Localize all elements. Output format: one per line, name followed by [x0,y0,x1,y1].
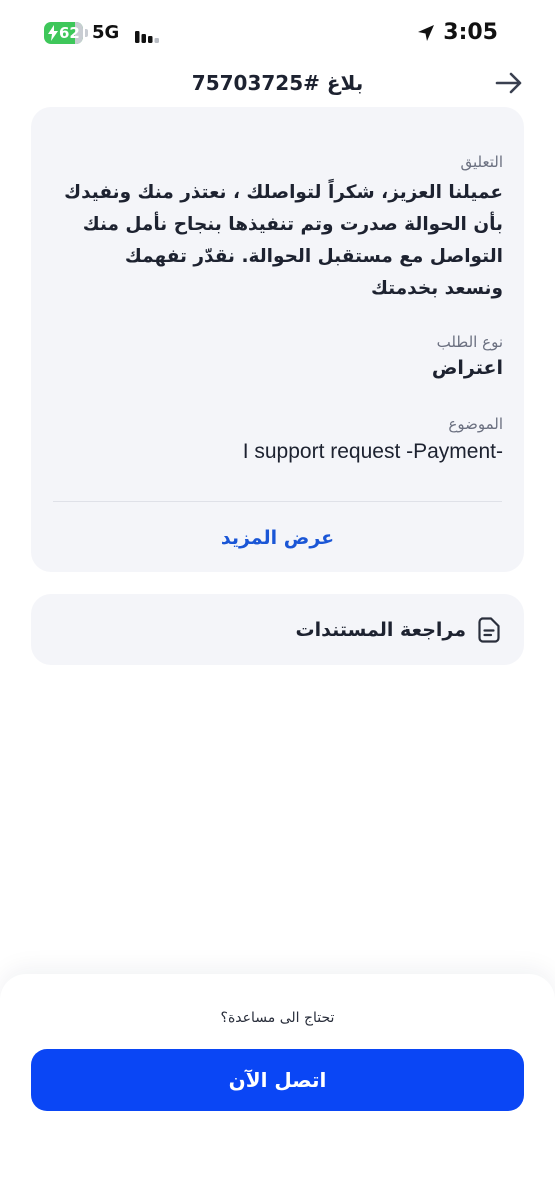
subject-label: الموضوع [448,415,503,433]
review-documents-label: مراجعة المستندات [295,618,466,641]
network-type: 5G [92,22,120,43]
battery-cap [85,29,88,37]
document-icon [478,616,500,643]
subject-value: I support request -Payment- [242,440,503,463]
call-now-button[interactable]: اتصل الآن [31,1049,524,1111]
arrow-right-icon [495,72,522,94]
status-bar: 62 5G 3:05 [0,0,555,66]
battery-level: 62 [59,24,80,42]
page-title: بلاغ #75703725 [191,71,364,95]
comment-value: عميلنا العزيز، شكراً لتواصلك ، نعتذر منك… [64,182,503,299]
show-more-link[interactable]: عرض المزيد [31,523,524,553]
signal-bars-icon [135,31,159,43]
back-button[interactable] [493,68,525,98]
clock-time: 3:05 [443,20,498,45]
battery-indicator: 62 [44,22,83,44]
request-type-value: اعتراض [431,357,503,379]
time-area: 3:05 [417,20,498,46]
location-arrow-icon [418,25,435,41]
request-type-label: نوع الطلب [436,333,503,351]
help-question: تحتاج الى مساعدة؟ [220,1010,335,1026]
review-documents-button[interactable]: مراجعة المستندات [31,594,524,665]
bolt-icon [48,25,58,41]
comment-label: التعليق [460,153,503,171]
card-divider [53,501,502,502]
